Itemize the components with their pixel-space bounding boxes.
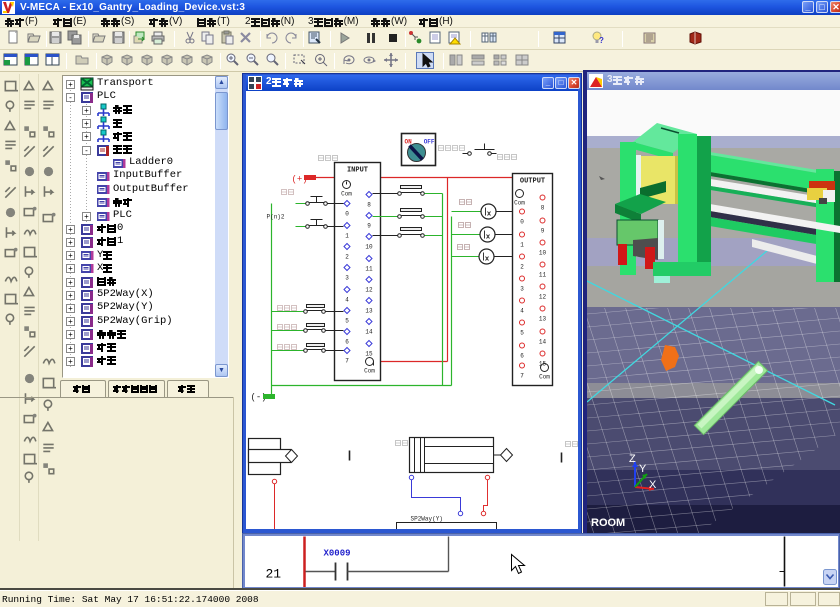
svg-text:1: 1 [345, 233, 349, 240]
svg-text:X: X [649, 479, 657, 491]
svg-text:OUTPUT: OUTPUT [520, 178, 545, 186]
svg-text:5: 5 [345, 318, 349, 325]
svg-text:3: 3 [520, 286, 524, 293]
svg-text:ROOM: ROOM [591, 517, 625, 529]
svg-text:14: 14 [365, 329, 373, 336]
svg-text:0: 0 [520, 219, 524, 226]
svg-text:3: 3 [345, 275, 349, 282]
svg-text:Com: Com [514, 200, 525, 207]
svg-text:7: 7 [520, 373, 524, 380]
svg-text:9: 9 [541, 228, 545, 235]
svg-text:5: 5 [520, 330, 524, 337]
svg-text:Com: Com [341, 191, 352, 198]
svg-text:Com: Com [539, 374, 550, 381]
svg-text:?: ? [599, 36, 604, 45]
svg-text:10: 10 [365, 244, 373, 251]
svg-text:SP2Way(Y): SP2Way(Y) [411, 516, 443, 523]
svg-text:12: 12 [365, 287, 373, 294]
svg-text:9: 9 [367, 223, 371, 230]
svg-text:1: 1 [520, 242, 524, 249]
svg-text:X0009: X0009 [324, 549, 351, 559]
svg-text:OFF: OFF [424, 139, 435, 146]
svg-text:8: 8 [541, 205, 545, 212]
svg-text:0: 0 [345, 211, 349, 218]
svg-text:10: 10 [539, 250, 547, 257]
svg-text:P(n)2: P(n)2 [267, 214, 285, 221]
svg-text:INPUT: INPUT [347, 167, 368, 175]
svg-text:8: 8 [367, 202, 371, 209]
svg-text:15: 15 [365, 351, 373, 358]
svg-text:13: 13 [539, 316, 547, 323]
svg-text:Y: Y [639, 463, 647, 475]
svg-text:2: 2 [345, 254, 349, 261]
svg-text:4: 4 [520, 308, 524, 315]
svg-text:ON: ON [405, 139, 413, 146]
svg-text:Com: Com [364, 368, 375, 375]
svg-text:4: 4 [345, 297, 349, 304]
svg-text:6: 6 [520, 353, 524, 360]
svg-text:7: 7 [345, 358, 349, 365]
svg-text:11: 11 [365, 266, 373, 273]
svg-text:21: 21 [266, 567, 282, 582]
svg-text:Z: Z [629, 453, 636, 465]
svg-text:13: 13 [365, 308, 373, 315]
svg-text:11: 11 [539, 272, 547, 279]
svg-text:12: 12 [539, 294, 547, 301]
svg-text:6: 6 [345, 339, 349, 346]
svg-text:2: 2 [520, 264, 524, 271]
svg-text:14: 14 [539, 339, 547, 346]
